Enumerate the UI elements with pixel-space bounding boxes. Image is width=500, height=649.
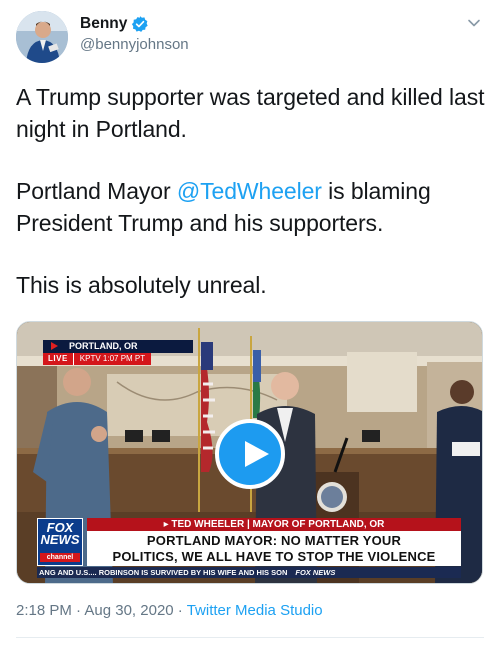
play-icon [245,441,269,467]
play-button[interactable] [215,419,285,489]
station-time: KPTV 1:07 PM PT [72,353,152,365]
logo-news-text: NEWS [40,532,80,547]
name-strap: ▸ TED WHEELER | MAYOR OF PORTLAND, OR [87,518,461,531]
tweet-text: A Trump supporter was targeted and kille… [16,82,486,302]
video-player[interactable]: PORTLAND, OR LIVE KPTV 1:07 PM PT FOX NE… [16,321,483,584]
divider [16,637,484,638]
chyron-headline: PORTLAND MAYOR: NO MATTER YOUR POLITICS,… [87,531,461,566]
avatar[interactable] [16,11,68,63]
headline-line-1: PORTLAND MAYOR: NO MATTER YOUR [146,533,402,548]
meta-separator: · [173,602,187,619]
news-chyron: FOX NEWS channel ▸ TED WHEELER | MAYOR O… [17,511,482,583]
tweet-source-link[interactable]: Twitter Media Studio [187,602,323,619]
mention-link[interactable]: @TedWheeler [177,178,322,204]
location-tag: PORTLAND, OR LIVE KPTV 1:07 PM PT [43,340,193,365]
handle[interactable]: @bennyjohnson [80,36,189,53]
location-label: PORTLAND, OR [69,341,138,351]
tweet-header: Benny @bennyjohnson [16,11,484,63]
chevron-down-icon[interactable] [466,15,482,31]
ticker-text: ANG AND U.S.... ROBINSON IS SURVIVED BY … [39,568,288,577]
fox-news-logo: FOX NEWS channel [37,518,83,566]
tweet-time[interactable]: 2:18 PM [16,602,72,619]
tweet-paragraph-1: A Trump supporter was targeted and kille… [16,84,485,142]
ticker-brand: FOX NEWS [295,568,336,577]
live-label: LIVE [43,353,73,365]
red-arrow-icon [51,342,58,350]
display-name[interactable]: Benny [80,15,127,33]
tweet-paragraph-2: Portland Mayor @TedWheeler is blaming Pr… [16,176,486,239]
author-names: Benny @bennyjohnson [80,15,189,53]
verified-badge-icon [131,15,149,33]
news-ticker: ANG AND U.S.... ROBINSON IS SURVIVED BY … [37,567,461,578]
tweet-meta: 2:18 PM · Aug 30, 2020 · Twitter Media S… [16,602,323,619]
tweet-paragraph-3: This is absolutely unreal. [16,272,267,298]
tweet-text-segment: Portland Mayor [16,178,177,204]
meta-separator: · [71,602,85,619]
logo-channel-text: channel [40,553,80,562]
headline-line-2: POLITICS, WE ALL HAVE TO STOP THE VIOLEN… [112,548,436,564]
user-avatar-icon [16,11,68,63]
tweet-date[interactable]: Aug 30, 2020 [84,602,173,619]
